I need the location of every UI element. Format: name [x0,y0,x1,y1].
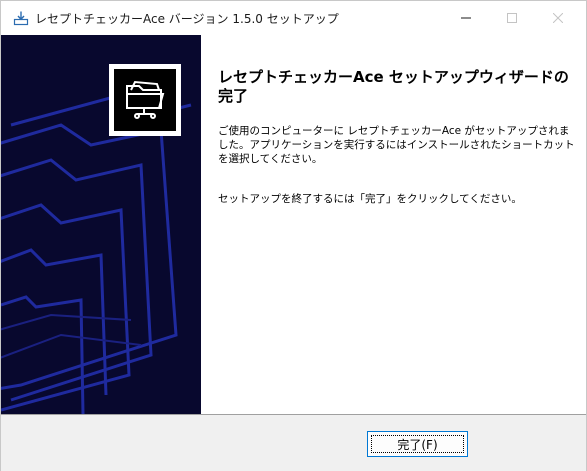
wizard-banner [1,35,201,414]
page-title: レセプトチェッカーAce セットアップウィザードの完了 [218,68,569,105]
logo-frame [109,64,181,136]
maximize-icon [507,13,517,23]
finish-instruction: セットアップを終了するには「完了」をクリックしてください。 [218,193,522,205]
title-bar[interactable]: レセプトチェッカーAce バージョン 1.5.0 セットアップ [1,1,586,35]
setup-window: レセプトチェッカーAce バージョン 1.5.0 セットアップ レセプトチェッカ… [0,0,587,471]
completion-message: ご使用のコンピューターに レセプトチェッカーAce がセットアップされました。ア… [218,125,575,165]
close-button[interactable] [535,1,581,35]
button-bar: 完了(F) [1,414,586,471]
window-title: レセプトチェッカーAce バージョン 1.5.0 セットアップ [35,12,339,26]
wizard-content: レセプトチェッカーAce セットアップウィザードの完了 ご使用のコンピューターに… [201,35,586,414]
minimize-button[interactable] [443,1,489,35]
maximize-button[interactable] [489,1,535,35]
minimize-icon [461,13,471,23]
installer-icon [13,10,29,26]
folder-network-icon [121,74,169,126]
finish-button-label: 完了(F) [371,435,464,453]
finish-button[interactable]: 完了(F) [367,431,468,457]
close-icon [553,13,563,23]
